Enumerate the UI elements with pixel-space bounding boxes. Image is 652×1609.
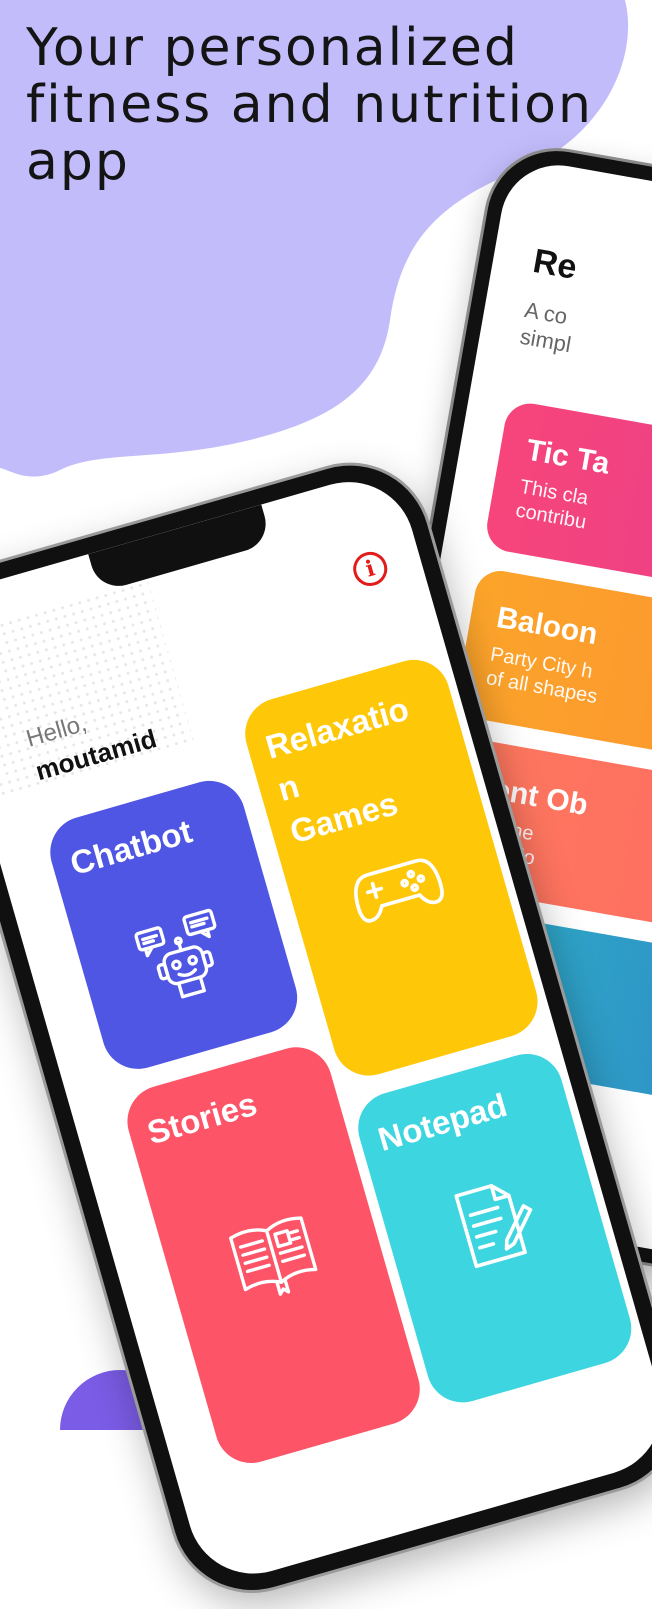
notepad-tile-label: Notepad (373, 1085, 511, 1158)
relaxation-games-tile-label: Relaxatio n Games (261, 689, 413, 851)
open-book-icon (160, 1183, 387, 1327)
stories-tile-label: Stories (143, 1084, 261, 1152)
info-button[interactable]: i (349, 547, 392, 590)
games-subtitle: A co simpl (518, 296, 652, 412)
robot-chat-icon (75, 888, 292, 1030)
games-title: Re (530, 241, 580, 287)
chatbot-tile-label: Chatbot (65, 812, 196, 883)
note-pen-icon (380, 1151, 607, 1295)
chatbot-tile[interactable]: Chatbot (41, 772, 306, 1078)
info-icon: i (362, 555, 378, 583)
